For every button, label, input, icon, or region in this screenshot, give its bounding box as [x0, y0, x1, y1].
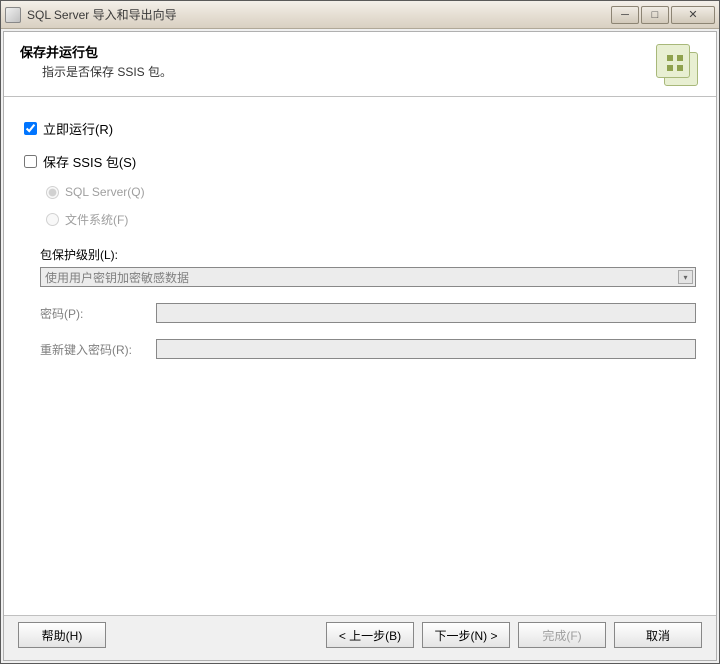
cancel-button[interactable]: 取消: [614, 622, 702, 648]
save-ssis-label: 保存 SSIS 包(S): [43, 152, 136, 171]
save-ssis-checkbox[interactable]: 保存 SSIS 包(S): [24, 152, 136, 171]
minimize-button[interactable]: ─: [611, 6, 639, 24]
finish-button: 完成(F): [518, 622, 606, 648]
titlebar[interactable]: SQL Server 导入和导出向导 ─ □ ✕: [1, 1, 719, 29]
footer-buttons: 帮助(H) < 上一步(B) 下一步(N) > 完成(F) 取消: [4, 615, 716, 660]
next-button[interactable]: 下一步(N) >: [422, 622, 510, 648]
password-input: [156, 303, 696, 323]
save-ssis-input[interactable]: [24, 155, 37, 168]
window-controls: ─ □ ✕: [611, 6, 715, 24]
retype-password-input: [156, 339, 696, 359]
protection-level-value: 使用用户密钥加密敏感数据: [45, 269, 189, 286]
chevron-down-icon: ▾: [678, 270, 693, 284]
save-target-group: SQL Server(Q) 文件系统(F): [24, 185, 696, 228]
run-immediately-checkbox[interactable]: 立即运行(R): [24, 119, 113, 138]
app-icon: [5, 7, 21, 23]
run-immediately-input[interactable]: [24, 122, 37, 135]
content-area: 保存并运行包 指示是否保存 SSIS 包。 立即运行(R): [3, 31, 717, 661]
protection-level-label: 包保护级别(L):: [24, 246, 696, 263]
wizard-window: SQL Server 导入和导出向导 ─ □ ✕ 保存并运行包 指示是否保存 S…: [0, 0, 720, 664]
body-panel: 立即运行(R) 保存 SSIS 包(S) SQL Server(Q) 文件系统(…: [4, 97, 716, 615]
file-system-radio-input: [46, 213, 59, 226]
password-label: 密码(P):: [40, 305, 156, 322]
file-system-radio-label: 文件系统(F): [65, 211, 128, 228]
page-subtitle: 指示是否保存 SSIS 包。: [20, 63, 644, 80]
back-button[interactable]: < 上一步(B): [326, 622, 414, 648]
protection-level-select: 使用用户密钥加密敏感数据 ▾: [40, 267, 696, 287]
retype-password-label: 重新键入密码(R):: [40, 341, 156, 358]
sql-server-radio-input: [46, 186, 59, 199]
header-text: 保存并运行包 指示是否保存 SSIS 包。: [20, 42, 644, 80]
window-title: SQL Server 导入和导出向导: [27, 6, 611, 23]
sql-server-radio: SQL Server(Q): [46, 185, 696, 199]
close-button[interactable]: ✕: [671, 6, 715, 24]
header-panel: 保存并运行包 指示是否保存 SSIS 包。: [4, 32, 716, 97]
footer-spacer: [114, 622, 318, 648]
file-system-radio: 文件系统(F): [46, 211, 696, 228]
page-title: 保存并运行包: [20, 42, 644, 61]
help-button[interactable]: 帮助(H): [18, 622, 106, 648]
run-immediately-label: 立即运行(R): [43, 119, 113, 138]
package-icon: [654, 42, 700, 88]
maximize-button[interactable]: □: [641, 6, 669, 24]
sql-server-radio-label: SQL Server(Q): [65, 185, 145, 199]
